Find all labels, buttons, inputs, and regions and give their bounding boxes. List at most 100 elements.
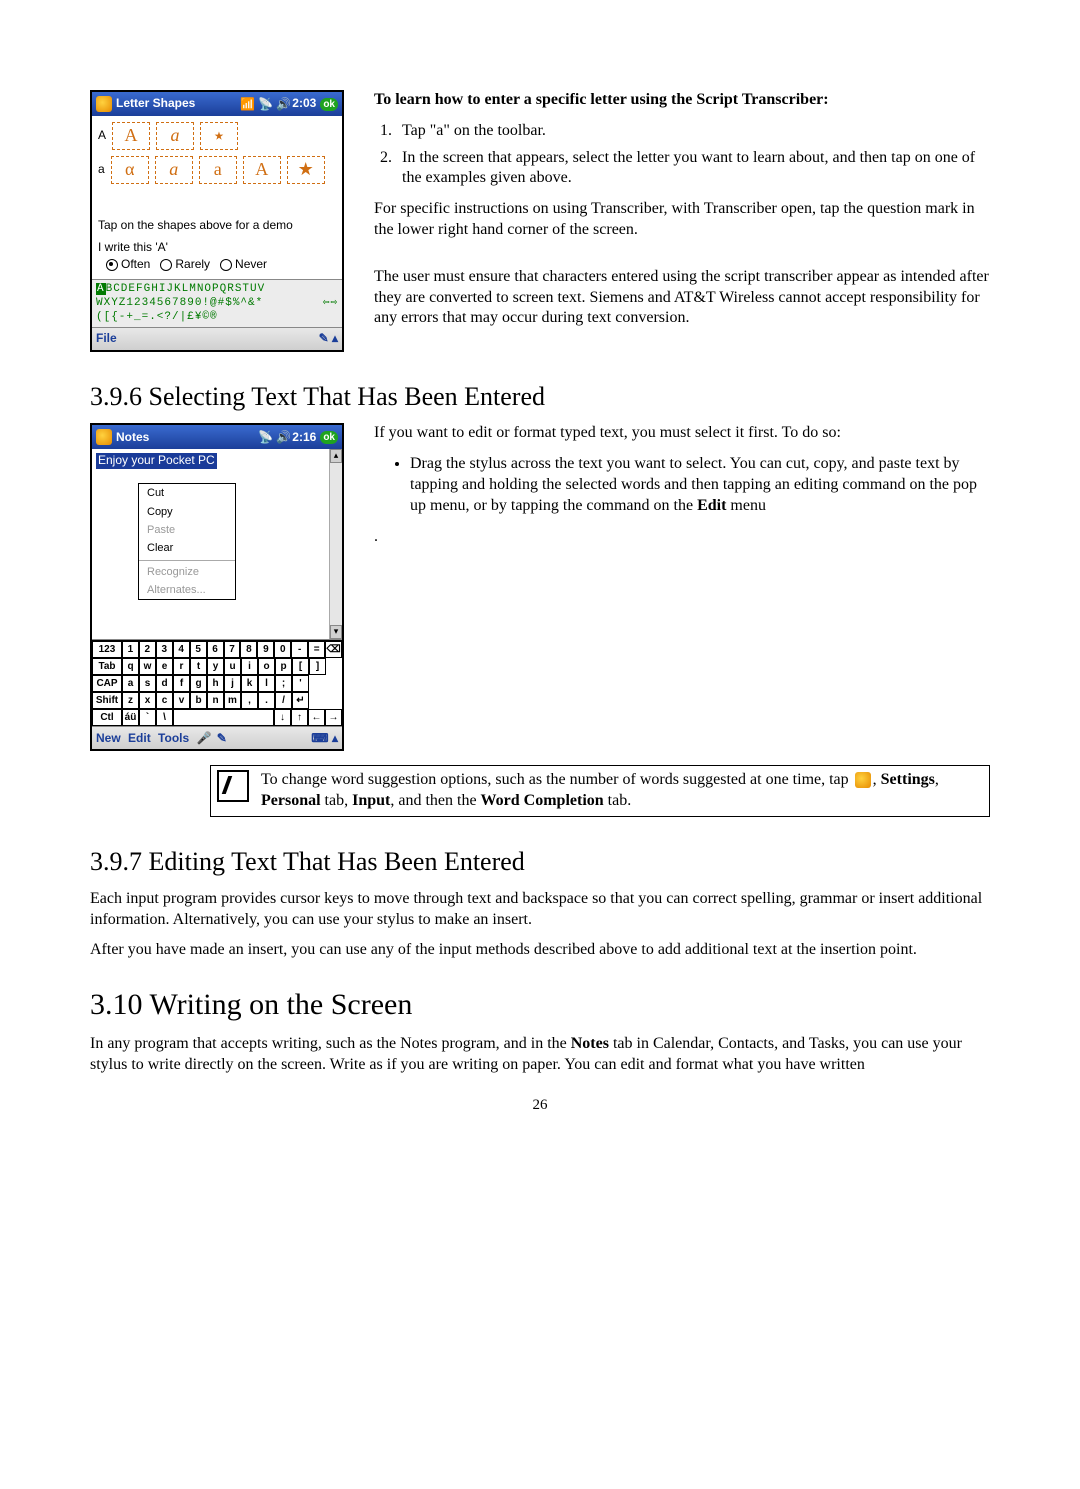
letter-shape-cell: a [199, 156, 237, 184]
key: r [173, 658, 190, 675]
letter-shape-cell: ★ [287, 156, 325, 184]
step-1: Tap "a" on the toolbar. [396, 121, 990, 142]
signal-icon: 📡 [258, 430, 272, 444]
key: j [224, 675, 241, 692]
letter-shape-cell: a [155, 156, 193, 184]
key: ; [275, 675, 292, 692]
key: g [190, 675, 207, 692]
key-right: → [325, 709, 342, 726]
pda-titlebar: Letter Shapes 📶 📡 🔊 2:03 ok [92, 92, 342, 116]
key: w [139, 658, 156, 675]
menu-new: New [96, 731, 121, 745]
key: x [139, 692, 156, 709]
speaker-icon: 🔊 [276, 430, 290, 444]
select-intro: If you want to edit or format typed text… [374, 423, 990, 444]
radio-icon [106, 259, 118, 271]
notes-client: Enjoy your Pocket PC Cut Copy Paste Clea… [92, 449, 342, 640]
key: v [173, 692, 190, 709]
heading-3-9-7: 3.9.7 Editing Text That Has Been Entered [90, 845, 990, 879]
key-tab: Tab [92, 658, 122, 675]
key: s [139, 675, 156, 692]
key: e [156, 658, 173, 675]
menu-tools: Tools [158, 731, 189, 745]
key: f [173, 675, 190, 692]
letter-shape-cell: A [243, 156, 281, 184]
char-strip: ABCDEFGHIJKLMNOPQRSTUV WXYZ1234567890!@#… [92, 279, 342, 327]
key: a [122, 675, 139, 692]
ok-button: ok [320, 98, 338, 111]
menu-paste: Paste [139, 521, 235, 539]
section-3-9-5-figure: Letter Shapes 📶 📡 🔊 2:03 ok A A a ⭑ a α [90, 90, 990, 352]
learn-heading: To learn how to enter a specific letter … [374, 91, 829, 108]
trailing-period: . [374, 527, 990, 548]
scroll-up-icon: ▴ [330, 449, 342, 463]
key-cap: CAP [92, 675, 122, 692]
pda-time: 2:16 [292, 430, 316, 446]
i-write-this: I write this 'A' [98, 240, 336, 256]
key: ] [309, 658, 326, 675]
signal-icon: 📡 [258, 97, 272, 111]
pen-tip-icon [217, 770, 249, 802]
key: t [190, 658, 207, 675]
key-intl: áü [122, 709, 139, 726]
key: [ [292, 658, 309, 675]
file-menu: File [96, 331, 117, 347]
key: 6 [207, 641, 224, 658]
heading-3-9-6: 3.9.6 Selecting Text That Has Been Enter… [90, 380, 990, 414]
keyboard-icon: ⌨ [311, 731, 328, 745]
onscreen-keyboard: 123 1 2 3 4 5 6 7 8 9 0 - = ⌫ Tab [92, 640, 342, 726]
key: 7 [224, 641, 241, 658]
key: = [308, 641, 325, 658]
key: k [241, 675, 258, 692]
key: 3 [156, 641, 173, 658]
key: m [224, 692, 241, 709]
selected-text: Enjoy your Pocket PC [96, 453, 217, 469]
key: 8 [240, 641, 257, 658]
pda-time: 2:03 [292, 96, 316, 112]
p-3-9-7-b: After you have made an insert, you can u… [90, 940, 990, 961]
key: n [207, 692, 224, 709]
steps-list: Tap "a" on the toolbar. In the screen th… [374, 121, 990, 189]
pda-client: A A a ⭑ a α a a A ★ Tap on the shapes ab… [92, 116, 342, 279]
menu-recognize: Recognize [139, 563, 235, 581]
key: y [207, 658, 224, 675]
up-arrow-icon: ▴ [332, 731, 338, 745]
radio-icon [160, 259, 172, 271]
frequency-radios: Often Rarely Never [106, 257, 336, 273]
key-up: ↑ [291, 709, 308, 726]
letter-shape-cell: a [156, 122, 194, 150]
key-left: ← [308, 709, 325, 726]
key-enter: ↵ [292, 692, 309, 709]
char-highlight: A [96, 283, 106, 295]
heading-3-10: 3.10 Writing on the Screen [90, 985, 990, 1024]
up-arrow-icon: ▴ [332, 331, 338, 345]
key: q [122, 658, 139, 675]
ok-button: ok [320, 431, 338, 444]
key-space [173, 709, 274, 726]
step-2: In the screen that appears, select the l… [396, 148, 990, 190]
menu-copy: Copy [139, 503, 235, 521]
key: 5 [190, 641, 207, 658]
pen-icon: ✎ [217, 731, 227, 745]
page-number: 26 [90, 1096, 990, 1116]
start-icon [855, 772, 871, 788]
pda-notes: Notes 📡 🔊 2:16 ok Enjoy your Pocket PC C… [90, 423, 344, 751]
menu-clear: Clear [139, 539, 235, 557]
key: ' [292, 675, 309, 692]
transcriber-help: For specific instructions on using Trans… [374, 199, 990, 241]
letter-shape-cell: ⭑ [200, 122, 238, 150]
scrollbar: ▴ ▾ [329, 449, 342, 639]
key: 1 [122, 641, 139, 658]
select-bullet: Drag the stylus across the text you want… [410, 454, 990, 516]
key-shift: Shift [92, 692, 122, 709]
letter-shape-cell: α [111, 156, 149, 184]
menu-cut: Cut [139, 484, 235, 502]
upper-letter-label: A [98, 128, 106, 144]
pda-title: Letter Shapes [116, 96, 195, 112]
key: . [258, 692, 275, 709]
lower-letter-label: a [98, 162, 105, 178]
key: / [275, 692, 292, 709]
pda-bottombar: File ✎ ▴ [92, 327, 342, 350]
p-3-9-7-a: Each input program provides cursor keys … [90, 889, 990, 931]
key: u [224, 658, 241, 675]
